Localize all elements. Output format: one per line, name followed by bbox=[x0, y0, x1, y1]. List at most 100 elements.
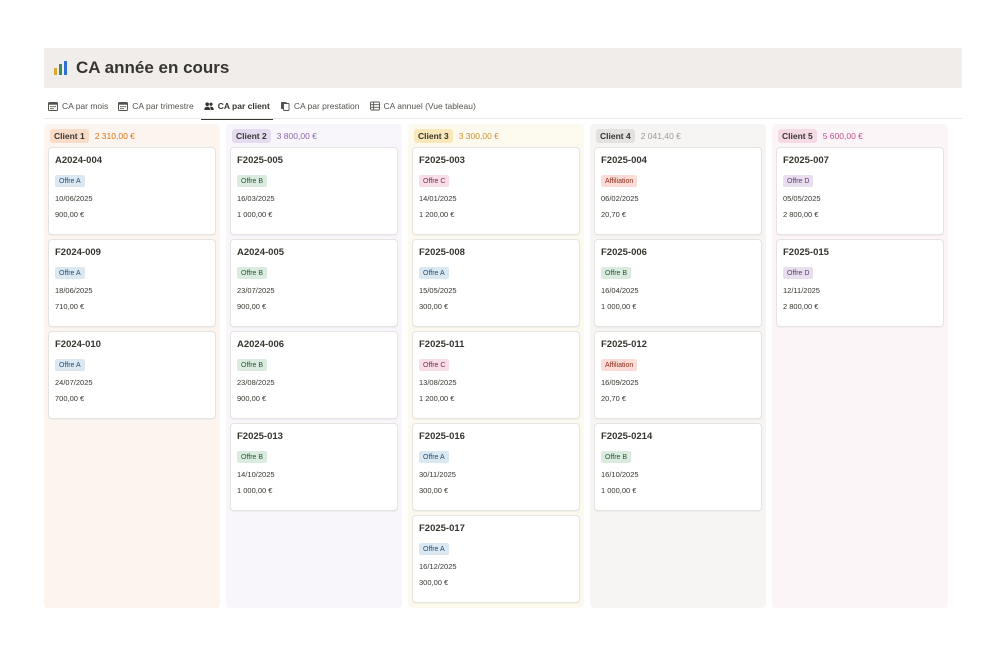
invoice-amount: 900,00 € bbox=[55, 209, 85, 219]
invoice-date: 16/10/2025 bbox=[601, 469, 639, 479]
invoice-number: F2025-003 bbox=[419, 155, 465, 166]
invoice-number: F2025-007 bbox=[783, 155, 829, 166]
invoice-card[interactable]: A2024-005 Offre B 23/07/2025 900,00 € bbox=[230, 239, 398, 327]
tab-label: CA par mois bbox=[62, 101, 109, 111]
offer-tag: Offre C bbox=[419, 175, 450, 187]
tab-ca-par-trimestre[interactable]: CA par trimestre bbox=[113, 95, 198, 117]
invoice-date: 18/06/2025 bbox=[55, 285, 93, 295]
tab-ca-par-prestation[interactable]: CA par prestation bbox=[275, 95, 365, 117]
tab-ca-annuel-vue-tableau[interactable]: CA annuel (Vue tableau) bbox=[365, 95, 481, 117]
offer-tag: Offre A bbox=[419, 267, 449, 279]
tab-ca-par-mois[interactable]: CA par mois bbox=[48, 95, 113, 117]
invoice-number: F2025-015 bbox=[783, 247, 829, 258]
invoice-card[interactable]: F2025-006 Offre B 16/04/2025 1 000,00 € bbox=[594, 239, 762, 327]
invoice-amount: 20,70 € bbox=[601, 393, 627, 403]
invoice-card[interactable]: F2025-007 Offre D 05/05/2025 2 800,00 € bbox=[776, 147, 944, 235]
offer-tag: Offre B bbox=[601, 267, 632, 279]
column-header[interactable]: Client 5 5 600,00 € bbox=[778, 128, 944, 144]
invoice-date: 15/05/2025 bbox=[419, 285, 457, 295]
invoice-number: F2025-006 bbox=[601, 247, 647, 258]
offer-tag: Offre B bbox=[601, 451, 632, 463]
invoice-date: 24/07/2025 bbox=[55, 377, 93, 387]
kanban-board: Client 1 2 310,00 € A2024-004 Offre A 10/06/… bbox=[44, 124, 948, 608]
invoice-number: F2025-0214 bbox=[601, 431, 653, 442]
invoice-card[interactable]: F2025-012 Affiliation 16/09/2025 20,70 € bbox=[594, 331, 762, 419]
invoice-date: 16/12/2025 bbox=[419, 561, 457, 571]
offer-tag: Offre B bbox=[237, 267, 268, 279]
invoice-amount: 1 000,00 € bbox=[601, 301, 637, 311]
invoice-number: F2025-004 bbox=[601, 155, 647, 166]
invoice-number: F2025-011 bbox=[419, 339, 465, 350]
invoice-number: F2024-010 bbox=[55, 339, 101, 350]
invoice-card[interactable]: F2025-008 Offre A 15/05/2025 300,00 € bbox=[412, 239, 580, 327]
invoice-number: F2025-017 bbox=[419, 523, 465, 534]
column-group-tag: Client 2 bbox=[232, 129, 271, 143]
invoice-number: F2025-012 bbox=[601, 339, 647, 350]
calendar-icon bbox=[118, 101, 129, 111]
board-column: Client 2 3 800,00 € F2025-005 Offre B 16/03/… bbox=[226, 124, 402, 608]
invoice-date: 12/11/2025 bbox=[783, 285, 820, 295]
invoice-date: 10/06/2025 bbox=[55, 193, 93, 203]
invoice-number: F2025-013 bbox=[237, 431, 283, 442]
invoice-card[interactable]: F2025-005 Offre B 16/03/2025 1 000,00 € bbox=[230, 147, 398, 235]
invoice-date: 23/07/2025 bbox=[237, 285, 275, 295]
invoice-amount: 1 200,00 € bbox=[419, 393, 455, 403]
invoice-number: F2025-016 bbox=[419, 431, 465, 442]
invoice-number: F2025-005 bbox=[237, 155, 283, 166]
invoice-date: 05/05/2025 bbox=[783, 193, 821, 203]
invoice-amount: 300,00 € bbox=[419, 301, 449, 311]
invoice-number: A2024-006 bbox=[237, 339, 285, 350]
invoice-amount: 2 800,00 € bbox=[783, 301, 819, 311]
column-header[interactable]: Client 4 2 041,40 € bbox=[596, 128, 762, 144]
offer-tag: Offre D bbox=[783, 175, 814, 187]
column-group-tag: Client 3 bbox=[414, 129, 453, 143]
column-total: 5 600,00 € bbox=[822, 131, 863, 141]
invoice-card[interactable]: F2025-003 Offre C 14/01/2025 1 200,00 € bbox=[412, 147, 580, 235]
invoice-number: A2024-005 bbox=[237, 247, 285, 258]
invoice-card[interactable]: F2025-016 Offre A 30/11/2025 300,00 € bbox=[412, 423, 580, 511]
invoice-amount: 1 000,00 € bbox=[601, 485, 637, 495]
invoice-amount: 300,00 € bbox=[419, 577, 449, 587]
invoice-amount: 1 000,00 € bbox=[237, 485, 273, 495]
invoice-card[interactable]: F2025-0214 Offre B 16/10/2025 1 000,00 € bbox=[594, 423, 762, 511]
invoice-card[interactable]: A2024-004 Offre A 10/06/2025 900,00 € bbox=[48, 147, 216, 235]
offer-tag: Offre A bbox=[55, 359, 85, 371]
column-header[interactable]: Client 3 3 300,00 € bbox=[414, 128, 580, 144]
column-total: 3 300,00 € bbox=[458, 131, 499, 141]
invoice-number: F2024-009 bbox=[55, 247, 101, 258]
calendar-icon bbox=[48, 101, 58, 111]
invoice-card[interactable]: F2025-015 Offre D 12/11/2025 2 800,00 € bbox=[776, 239, 944, 327]
invoice-card[interactable]: A2024-006 Offre B 23/08/2025 900,00 € bbox=[230, 331, 398, 419]
bar-chart-icon bbox=[54, 61, 68, 75]
invoice-amount: 900,00 € bbox=[237, 393, 267, 403]
offer-tag: Offre D bbox=[783, 267, 814, 279]
pages-icon bbox=[280, 101, 290, 111]
invoice-date: 14/01/2025 bbox=[419, 193, 457, 203]
invoice-date: 06/02/2025 bbox=[601, 193, 639, 203]
invoice-card[interactable]: F2024-010 Offre A 24/07/2025 700,00 € bbox=[48, 331, 216, 419]
column-total: 2 041,40 € bbox=[640, 131, 681, 141]
column-group-tag: Client 1 bbox=[50, 129, 89, 143]
column-header[interactable]: Client 2 3 800,00 € bbox=[232, 128, 398, 144]
tab-label: CA par trimestre bbox=[132, 101, 194, 111]
invoice-card[interactable]: F2025-017 Offre A 16/12/2025 300,00 € bbox=[412, 515, 580, 603]
tab-ca-par-client[interactable]: CA par client bbox=[199, 95, 275, 120]
page-title: CA année en cours bbox=[76, 58, 230, 77]
invoice-amount: 20,70 € bbox=[601, 209, 627, 219]
invoice-number: F2025-008 bbox=[419, 247, 465, 258]
invoice-card[interactable]: F2025-004 Affiliation 06/02/2025 20,70 € bbox=[594, 147, 762, 235]
offer-tag: Offre B bbox=[237, 175, 268, 187]
column-group-tag: Client 5 bbox=[778, 129, 817, 143]
tab-label: CA par client bbox=[217, 101, 270, 111]
invoice-amount: 900,00 € bbox=[237, 301, 267, 311]
column-total: 3 800,00 € bbox=[276, 131, 317, 141]
invoice-card[interactable]: F2024-009 Offre A 18/06/2025 710,00 € bbox=[48, 239, 216, 327]
invoice-date: 13/08/2025 bbox=[419, 377, 457, 387]
invoice-card[interactable]: F2025-011 Offre C 13/08/2025 1 200,00 € bbox=[412, 331, 580, 419]
invoice-date: 23/08/2025 bbox=[237, 377, 275, 387]
table-icon bbox=[369, 101, 380, 111]
offer-tag: Offre A bbox=[419, 543, 449, 555]
column-header[interactable]: Client 1 2 310,00 € bbox=[50, 128, 216, 144]
invoice-card[interactable]: F2025-013 Offre B 14/10/2025 1 000,00 € bbox=[230, 423, 398, 511]
offer-tag: Affiliation bbox=[601, 175, 638, 187]
